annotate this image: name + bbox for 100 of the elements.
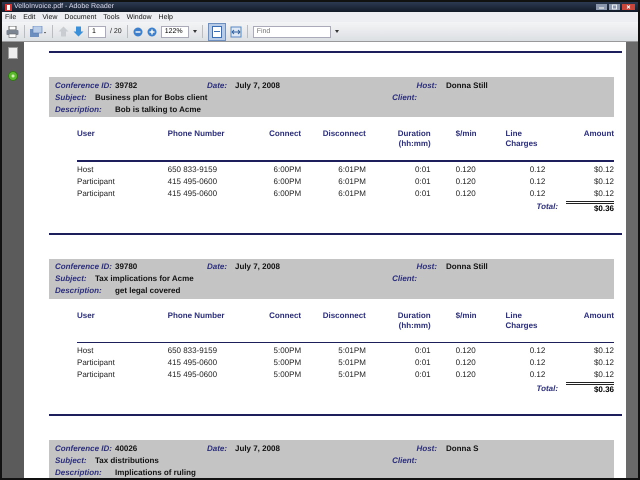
table-cell-text: 5:01PM bbox=[337, 370, 366, 380]
table-cell-text: 6:00PM bbox=[272, 176, 302, 186]
table-cell-text: $0.12 bbox=[592, 176, 614, 186]
print-icon[interactable] bbox=[6, 26, 19, 38]
field-value: Donna S bbox=[446, 444, 478, 452]
field-label: Subject: bbox=[55, 274, 88, 283]
column-header: Duration (hh:mm) bbox=[396, 129, 431, 149]
table-cell-text: $0.12 bbox=[592, 358, 614, 368]
field-label: Date: bbox=[206, 262, 227, 271]
field-value: July 7, 2008 bbox=[235, 80, 281, 90]
field-value: Donna Still bbox=[446, 262, 488, 271]
column-header: Line Charges bbox=[505, 310, 538, 330]
column-header: $/min bbox=[454, 129, 478, 139]
table-cell-text: 0.120 bbox=[454, 176, 477, 186]
table-cell-text: 415 495-0600 bbox=[168, 358, 218, 368]
column-header: Connect bbox=[268, 310, 302, 320]
column-header: Duration (hh:mm) bbox=[396, 310, 431, 330]
dropdown-icon[interactable] bbox=[192, 30, 197, 33]
field-value: July 7, 2008 bbox=[235, 444, 281, 452]
field-value: Tax distributions bbox=[95, 456, 160, 464]
pages-icon[interactable] bbox=[8, 47, 18, 59]
field-label: Date: bbox=[206, 444, 227, 452]
column-header: User bbox=[77, 129, 96, 139]
table-cell-text: 415 495-0600 bbox=[168, 370, 218, 380]
field-value: Tax implications for Acme bbox=[95, 274, 195, 283]
column-header: Disconnect bbox=[322, 310, 366, 320]
table-cell-text: 0.12 bbox=[528, 370, 546, 380]
table-cell-text: Participant bbox=[77, 188, 116, 198]
column-header: Connect bbox=[268, 129, 302, 139]
table-cell-text: 0:01 bbox=[414, 176, 431, 186]
table-cell-text: Participant bbox=[77, 176, 116, 186]
field-label: Description: bbox=[55, 286, 103, 295]
table-cell-text: 0:01 bbox=[414, 188, 431, 198]
zoom-in-icon[interactable] bbox=[146, 26, 157, 36]
field-value: Business plan for Bobs client bbox=[95, 92, 208, 102]
table-cell-text: 0:01 bbox=[414, 370, 431, 380]
minimize-icon[interactable] bbox=[596, 4, 607, 10]
table-cell-text: Host bbox=[77, 346, 94, 356]
field-label: Host: bbox=[416, 262, 437, 271]
table-cell-text: 6:00PM bbox=[272, 164, 302, 174]
field-value: Bob is talking to Acme bbox=[115, 104, 201, 114]
field-label: Conference ID: bbox=[55, 262, 113, 271]
table-cell-text: Host bbox=[77, 164, 94, 174]
field-label: Description: bbox=[55, 468, 103, 476]
field-label: Conference ID: bbox=[55, 444, 113, 452]
share-icon[interactable] bbox=[30, 26, 47, 38]
fit-width-icon[interactable] bbox=[230, 26, 242, 38]
total-value: $0.36 bbox=[566, 382, 614, 394]
table-cell-text: 415 495-0600 bbox=[168, 188, 218, 198]
total-label: Total: bbox=[536, 202, 558, 211]
table-cell-text: 650 833-9159 bbox=[168, 164, 218, 174]
field-label: Subject: bbox=[55, 456, 88, 464]
field-value: July 7, 2008 bbox=[235, 262, 281, 271]
table-cell-text: 0.12 bbox=[528, 164, 546, 174]
field-value: Implications of ruling bbox=[115, 468, 196, 476]
table-cell-text: $0.12 bbox=[592, 164, 614, 174]
table-cell-text: 6:01PM bbox=[337, 188, 366, 198]
field-value: 40026 bbox=[115, 444, 138, 452]
table-cell-text: 0.12 bbox=[528, 346, 546, 356]
field-label: Client: bbox=[391, 92, 417, 102]
table-cell-text: 0.12 bbox=[528, 358, 546, 368]
fit-page-button[interactable] bbox=[208, 22, 226, 40]
total-label: Total: bbox=[536, 384, 558, 392]
table-cell-text: 0.120 bbox=[454, 188, 477, 198]
column-header: Line Charges bbox=[505, 129, 538, 149]
column-header: Disconnect bbox=[322, 129, 366, 139]
column-header: Phone Number bbox=[168, 310, 226, 320]
maximize-icon[interactable] bbox=[609, 4, 620, 10]
table-cell-text: 5:01PM bbox=[337, 358, 366, 368]
table-cell-text: 0:01 bbox=[414, 346, 431, 356]
table-cell-text: 0.12 bbox=[528, 188, 546, 198]
column-header: Phone Number bbox=[168, 129, 226, 139]
close-icon[interactable] bbox=[622, 4, 635, 10]
table-cell-text: $0.12 bbox=[592, 370, 614, 380]
table-cell-text: Participant bbox=[77, 370, 116, 380]
field-label: Host: bbox=[416, 80, 437, 90]
table-cell-text: $0.12 bbox=[592, 188, 614, 198]
next-page-icon[interactable] bbox=[73, 26, 84, 37]
table-cell-text: $0.12 bbox=[592, 346, 614, 356]
field-label: Client: bbox=[391, 274, 417, 283]
column-header: $/min bbox=[454, 310, 478, 320]
field-value: Donna Still bbox=[446, 80, 488, 90]
table-cell-text: 0.120 bbox=[454, 370, 477, 380]
table-cell-text: 5:00PM bbox=[272, 358, 302, 368]
table-cell-text: 0.120 bbox=[454, 358, 477, 368]
table-cell-text: 415 495-0600 bbox=[168, 176, 218, 186]
field-label: Date: bbox=[206, 80, 227, 90]
table-cell-text: 0.12 bbox=[528, 176, 546, 186]
field-value: 39782 bbox=[115, 80, 138, 90]
field-label: Conference ID: bbox=[55, 80, 113, 90]
field-label: Description: bbox=[55, 104, 103, 114]
column-header: User bbox=[77, 310, 96, 320]
column-header: Amount bbox=[582, 310, 614, 320]
table-cell-text: 6:01PM bbox=[337, 176, 366, 186]
table-cell-text: 5:00PM bbox=[272, 370, 302, 380]
field-value: 39780 bbox=[115, 262, 138, 271]
table-cell-text: 650 833-9159 bbox=[168, 346, 218, 356]
dropdown-icon[interactable] bbox=[334, 30, 339, 33]
page-icon bbox=[212, 26, 222, 38]
zoom-out-icon[interactable] bbox=[132, 26, 143, 36]
